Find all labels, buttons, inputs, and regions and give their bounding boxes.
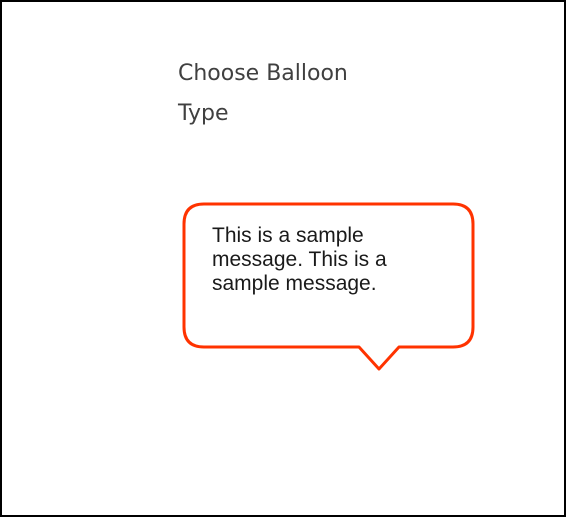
- balloon-message-line-2: message. This is a: [212, 248, 387, 271]
- balloon-message-line-3: sample message.: [212, 272, 377, 295]
- balloon-message: This is a sample message. This is a samp…: [212, 224, 462, 296]
- balloon-dialog-frame: Choose Balloon Type This is a sample mes…: [0, 0, 566, 517]
- balloon-message-line-1: This is a sample: [212, 224, 364, 247]
